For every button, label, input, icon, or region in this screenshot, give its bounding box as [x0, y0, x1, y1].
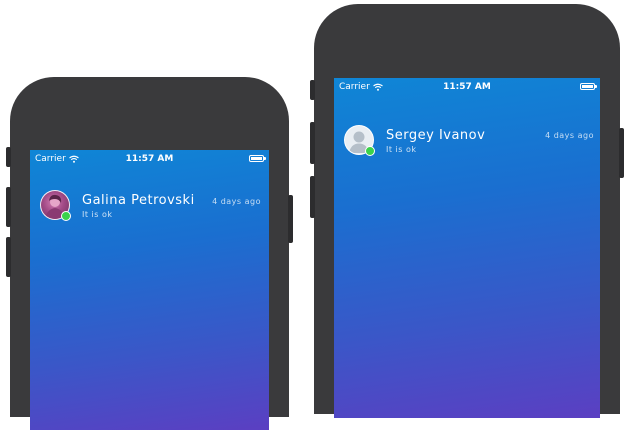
contact-time: 4 days ago — [545, 131, 594, 140]
phone-left: Carrier 11:57 AM Galina Petrovski It is … — [6, 77, 293, 430]
status-time: 11:57 AM — [443, 82, 491, 92]
battery-icon — [249, 155, 266, 162]
power-button — [619, 128, 624, 178]
mute-switch — [310, 80, 315, 100]
status-time: 11:57 AM — [125, 154, 174, 164]
power-button — [288, 195, 293, 243]
contact-avatar — [40, 190, 71, 221]
status-bar: Carrier 11:57 AM — [334, 78, 600, 96]
contact-avatar — [344, 125, 375, 156]
online-indicator-icon — [365, 146, 375, 156]
contact-message: It is ok — [386, 145, 417, 154]
phone-right: Carrier 11:57 AM Sergey Ivanov It is ok … — [310, 4, 624, 418]
contact-name: Galina Petrovski — [82, 193, 195, 208]
contact-row[interactable]: Sergey Ivanov It is ok 4 days ago — [334, 124, 600, 164]
volume-down-button — [6, 237, 11, 277]
contact-name: Sergey Ivanov — [386, 128, 486, 143]
contact-message: It is ok — [82, 210, 113, 219]
volume-up-button — [6, 187, 11, 227]
contact-time: 4 days ago — [212, 197, 261, 206]
screen-right: Carrier 11:57 AM Sergey Ivanov It is ok … — [334, 78, 600, 418]
volume-down-button — [310, 176, 315, 218]
contact-row[interactable]: Galina Petrovski It is ok 4 days ago — [30, 189, 269, 229]
screen-left: Carrier 11:57 AM Galina Petrovski It is … — [30, 150, 269, 430]
volume-up-button — [310, 122, 315, 164]
battery-icon — [580, 83, 597, 90]
status-bar: Carrier 11:57 AM — [30, 150, 269, 168]
online-indicator-icon — [61, 211, 71, 221]
mute-switch — [6, 147, 11, 167]
